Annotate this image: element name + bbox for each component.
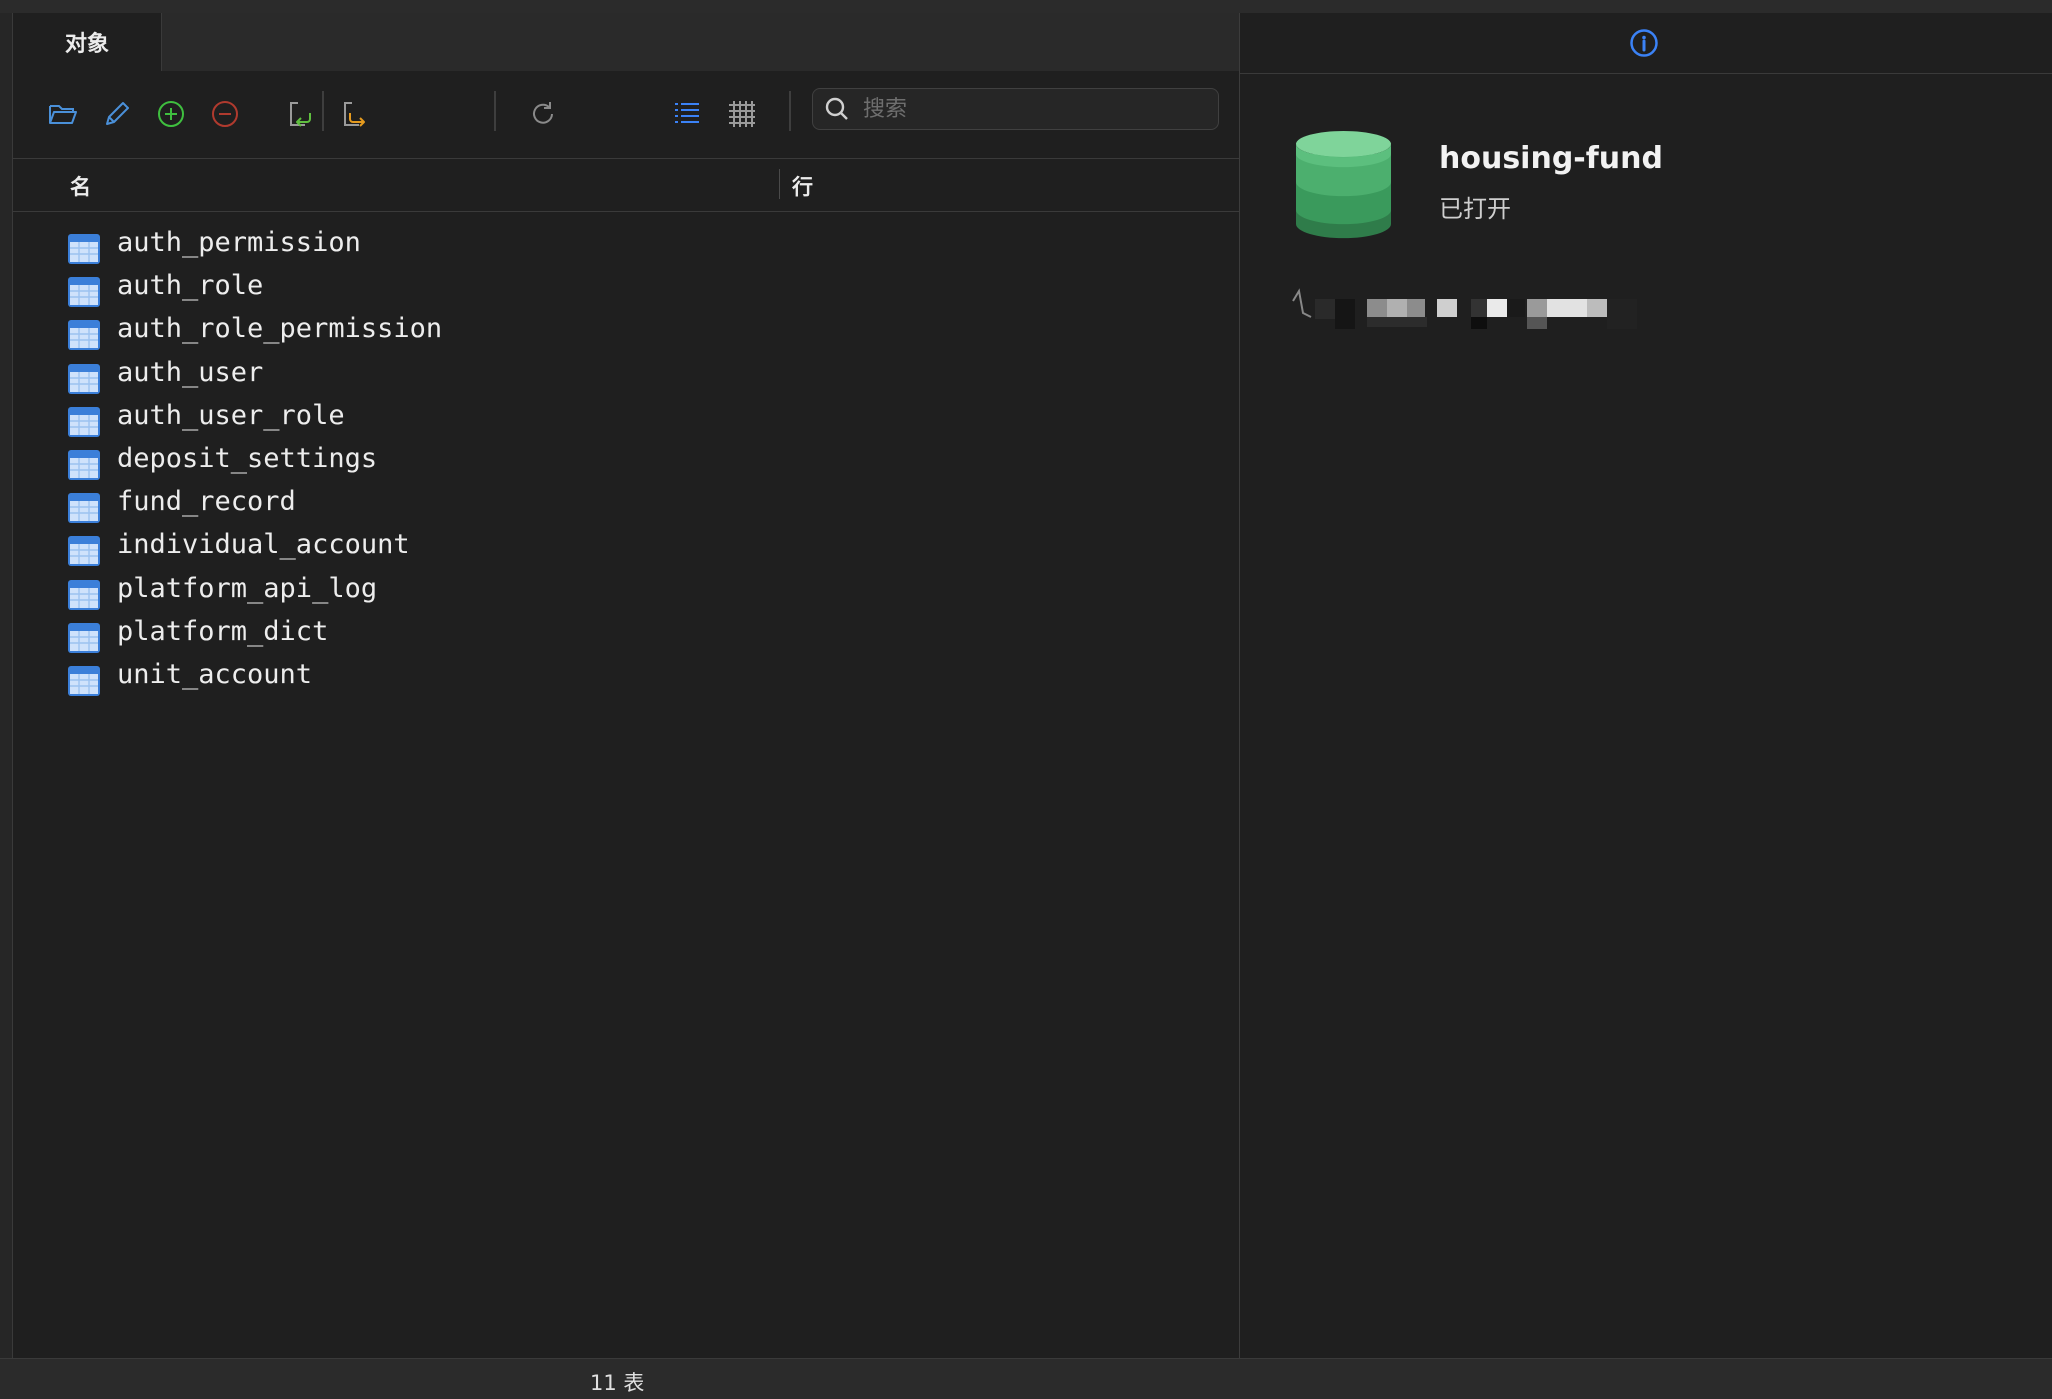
table-row[interactable]: fund_record	[13, 483, 1239, 526]
table-name: auth_role	[117, 270, 264, 302]
table-row[interactable]: platform_api_log	[13, 570, 1239, 613]
open-table-button[interactable]	[46, 97, 80, 131]
database-icon	[1296, 131, 1391, 239]
database-name: housing-fund	[1439, 141, 1663, 176]
column-name-header[interactable]: 名	[70, 171, 91, 201]
table-name: unit_account	[117, 659, 313, 690]
pencil-icon	[106, 102, 129, 125]
column-rows-header[interactable]: 行	[792, 171, 813, 201]
table-name: platform_api_log	[117, 572, 378, 604]
table-name: individual_account	[117, 529, 410, 561]
table-icon	[68, 234, 100, 264]
table-name: deposit_settings	[117, 443, 378, 474]
table-icon	[68, 622, 100, 653]
export-button[interactable]	[338, 97, 372, 131]
tab-strip: 对象	[13, 13, 1239, 71]
minus-circle-icon	[212, 101, 238, 127]
details-header	[1240, 13, 2052, 74]
table-row[interactable]: auth_role	[13, 267, 1239, 310]
grid-view-button[interactable]	[725, 97, 759, 131]
objects-pane: 对象 搜索 名 行 auth_permission auth_role auth…	[13, 13, 1239, 1358]
table-row[interactable]: auth_role_permission	[13, 310, 1239, 353]
table-name: fund_record	[117, 486, 296, 518]
plus-circle-icon	[158, 101, 184, 127]
list-view-button[interactable]	[670, 97, 704, 131]
table-icon	[68, 320, 100, 351]
table-row[interactable]: platform_dict	[13, 613, 1239, 656]
table-row[interactable]: deposit_settings	[13, 440, 1239, 483]
table-icon	[68, 579, 100, 610]
table-row[interactable]: auth_permission	[13, 224, 1239, 267]
toolbar-separator	[789, 91, 791, 131]
column-separator[interactable]	[779, 169, 780, 199]
table-row[interactable]: unit_account	[13, 656, 1239, 699]
table-icon	[68, 277, 100, 308]
list-view-icon	[675, 103, 699, 123]
table-icon	[68, 666, 100, 696]
toolbar-separator	[494, 91, 496, 131]
search-icon	[825, 97, 848, 120]
import-button[interactable]	[284, 97, 318, 131]
delete-table-button[interactable]	[208, 97, 242, 131]
toolbar-separator	[322, 91, 324, 131]
tab-objects[interactable]: 对象	[13, 13, 162, 71]
new-table-button[interactable]	[154, 97, 188, 131]
search-input[interactable]	[861, 93, 1205, 125]
window-top-bar	[0, 0, 2052, 14]
redacted-connection-info	[1292, 288, 1637, 329]
table-name: auth_user_role	[117, 399, 345, 431]
table-icon	[68, 363, 100, 394]
table-icon	[68, 536, 100, 567]
table-name: auth_role_permission	[117, 313, 443, 345]
folder-icon	[49, 105, 77, 124]
table-row[interactable]: auth_user_role	[13, 397, 1239, 440]
info-icon[interactable]	[1628, 27, 1660, 59]
left-sidebar-edge	[0, 13, 13, 1358]
table-icon	[68, 493, 100, 524]
search-box[interactable]	[812, 88, 1219, 130]
table-row[interactable]: auth_user	[13, 354, 1239, 397]
column-header: 名 行	[13, 159, 1239, 212]
table-name: auth_user	[117, 356, 264, 388]
grid-view-icon	[729, 101, 755, 127]
table-name: auth_permission	[117, 227, 361, 258]
refresh-icon	[533, 102, 553, 124]
table-icon	[68, 450, 100, 480]
database-status: 已打开	[1439, 195, 1511, 223]
refresh-button[interactable]	[526, 97, 560, 131]
table-count: 11 表	[590, 1371, 645, 1395]
table-row[interactable]: individual_account	[13, 526, 1239, 569]
details-pane: housing-fund 已打开	[1240, 13, 2052, 1358]
objects-toolbar	[13, 71, 1239, 159]
status-bar: 11 表	[0, 1358, 2052, 1399]
export-icon	[344, 102, 365, 127]
table-name: platform_dict	[117, 615, 329, 647]
import-icon	[290, 102, 311, 127]
design-table-button[interactable]	[100, 97, 134, 131]
table-icon	[68, 406, 100, 437]
